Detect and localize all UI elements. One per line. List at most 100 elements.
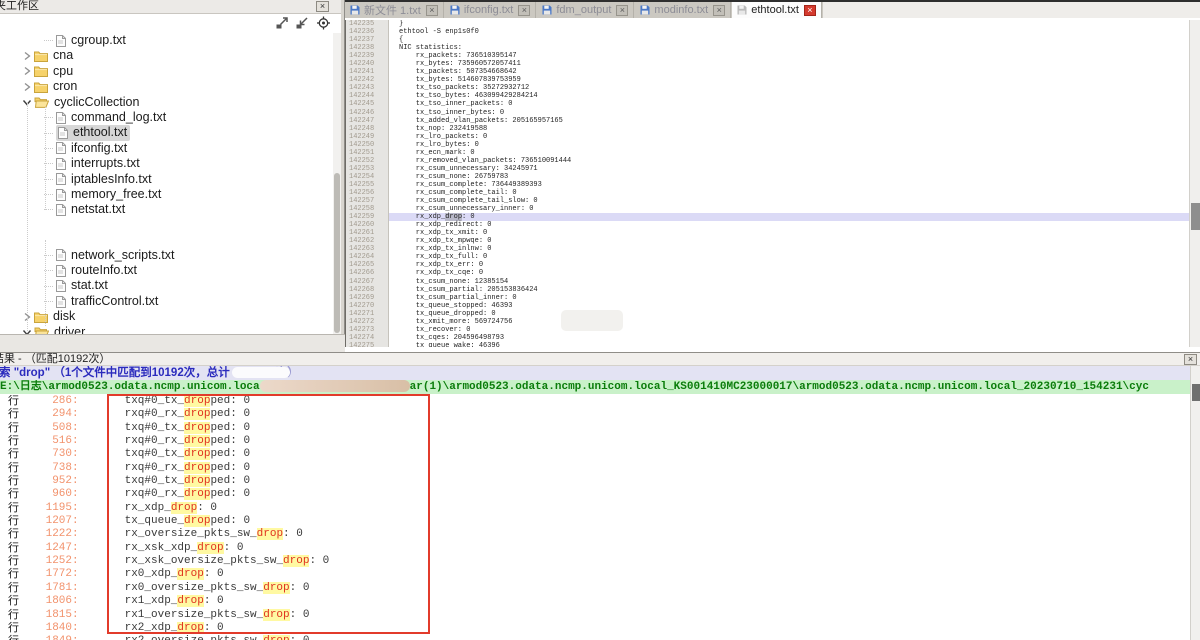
selected-tree-item[interactable]: ethtool.txt	[56, 125, 130, 140]
editor-line-142263[interactable]: 142263 rx_xdp_tx_inlnw: 0	[346, 245, 1200, 253]
expand-all-icon[interactable]	[275, 16, 290, 30]
result-row-line-516[interactable]: 行516:rxq#0_rx_dropped: 0	[0, 435, 1190, 448]
tree-folder-cycliccollection[interactable]: cyclicCollection	[0, 95, 341, 110]
editor-line-142239[interactable]: 142239 rx_packets: 736510395147	[346, 52, 1200, 60]
editor-line-142238[interactable]: 142238NIC statistics:	[346, 44, 1200, 52]
result-row-line-1840[interactable]: 行1840:rx2_xdp_drop: 0	[0, 622, 1190, 635]
editor-line-142273[interactable]: 142273 tx_recover: 0	[346, 326, 1200, 334]
editor-line-142241[interactable]: 142241 tx_packets: 507354668642	[346, 68, 1200, 76]
editor-line-142244[interactable]: 142244 tx_tso_bytes: 463099429284214	[346, 92, 1200, 100]
tab-ifconfig-txt[interactable]: ifconfig.txt×	[445, 2, 537, 18]
tree-file-ifconfig-txt[interactable]: ifconfig.txt	[0, 141, 341, 156]
editor-line-142269[interactable]: 142269 tx_csum_partial_inner: 0	[346, 294, 1200, 302]
editor-line-142267[interactable]: 142267 tx_csum_none: 12385154	[346, 278, 1200, 286]
result-row-line-952[interactable]: 行952:txq#0_tx_dropped: 0	[0, 475, 1190, 488]
result-row-line-1806[interactable]: 行1806:rx1_xdp_drop: 0	[0, 595, 1190, 608]
result-row-line-1772[interactable]: 行1772:rx0_xdp_drop: 0	[0, 568, 1190, 581]
result-row-line-1207[interactable]: 行1207:tx_queue_dropped: 0	[0, 515, 1190, 528]
editor-line-142260[interactable]: 142260 rx_xdp_redirect: 0	[346, 221, 1200, 229]
editor-line-142265[interactable]: 142265 rx_xdp_tx_err: 0	[346, 261, 1200, 269]
editor-line-142256[interactable]: 142256 rx_csum_complete_tail: 0	[346, 189, 1200, 197]
editor-line-142246[interactable]: 142246 tx_tso_inner_bytes: 0	[346, 109, 1200, 117]
results-scrollbar-thumb[interactable]	[1192, 384, 1200, 401]
editor-line-142253[interactable]: 142253 rx_csum_unnecessary: 34245971	[346, 165, 1200, 173]
editor-line-142272[interactable]: 142272 tx_xmit_more: 569724756	[346, 318, 1200, 326]
result-row-line-508[interactable]: 行508:txq#0_tx_dropped: 0	[0, 422, 1190, 435]
editor-line-142270[interactable]: 142270 tx_queue_stopped: 46393	[346, 302, 1200, 310]
editor-line-142254[interactable]: 142254 rx_csum_none: 26759783	[346, 173, 1200, 181]
result-row-line-960[interactable]: 行960:rxq#0_rx_dropped: 0	[0, 488, 1190, 501]
result-row-line-738[interactable]: 行738:rxq#0_rx_dropped: 0	[0, 462, 1190, 475]
editor-line-142247[interactable]: 142247 tx_added_vlan_packets: 2051659571…	[346, 117, 1200, 125]
result-row-line-1815[interactable]: 行1815:rx1_oversize_pkts_sw_drop: 0	[0, 609, 1190, 622]
editor-line-142251[interactable]: 142251 rx_ecn_mark: 0	[346, 149, 1200, 157]
editor-line-142237[interactable]: 142237{	[346, 36, 1200, 44]
results-close-icon[interactable]: ×	[1184, 354, 1197, 365]
collapse-all-icon[interactable]	[295, 16, 310, 30]
tab-close-icon[interactable]: ×	[518, 5, 530, 16]
editor-scrollbar[interactable]	[1189, 20, 1200, 347]
editor-line-142261[interactable]: 142261 rx_xdp_tx_xmit: 0	[346, 229, 1200, 237]
tab-fdm-output[interactable]: fdm_output×	[537, 2, 634, 18]
result-row-line-1781[interactable]: 行1781:rx0_oversize_pkts_sw_drop: 0	[0, 582, 1190, 595]
result-file-path[interactable]: E:\日志\armod0523.odata.ncmp.unicom.locaar…	[0, 380, 1200, 394]
tree-file-iptablesinfo-txt[interactable]: iptablesInfo.txt	[0, 172, 341, 187]
result-row-line-1849[interactable]: 行1849:rx2_oversize_pkts_sw_drop: 0	[0, 635, 1190, 640]
editor-line-142245[interactable]: 142245 tx_tso_inner_packets: 0	[346, 100, 1200, 108]
tab-close-icon[interactable]: ×	[713, 5, 725, 16]
editor-line-142266[interactable]: 142266 rx_xdp_tx_cqe: 0	[346, 269, 1200, 277]
results-scrollbar[interactable]	[1190, 366, 1200, 640]
tree-folder-cpu[interactable]: cpu	[0, 64, 341, 79]
result-row-line-1222[interactable]: 行1222:rx_oversize_pkts_sw_drop: 0	[0, 528, 1190, 541]
editor-line-142268[interactable]: 142268 tx_csum_partial: 205153836424	[346, 286, 1200, 294]
chevron-right-icon[interactable]	[20, 51, 34, 61]
tree-folder-cron[interactable]: cron	[0, 79, 341, 94]
tab-ethtool-txt[interactable]: ethtool.txt×	[732, 2, 822, 18]
result-row-line-1247[interactable]: 行1247:rx_xsk_xdp_drop: 0	[0, 542, 1190, 555]
tree-file-command-log-txt[interactable]: command_log.txt	[0, 110, 341, 125]
editor-line-142262[interactable]: 142262 rx_xdp_tx_mpwqe: 0	[346, 237, 1200, 245]
editor-line-142252[interactable]: 142252 rx_removed_vlan_packets: 73651009…	[346, 157, 1200, 165]
tree-folder-driver[interactable]: driver	[0, 325, 341, 334]
tree-file-trafficcontrol-txt[interactable]: trafficControl.txt	[0, 294, 341, 309]
result-row-line-286[interactable]: 行286:txq#0_tx_dropped: 0	[0, 395, 1190, 408]
chevron-right-icon[interactable]	[20, 66, 34, 76]
editor-line-142242[interactable]: 142242 tx_bytes: 514607839753959	[346, 76, 1200, 84]
editor-line-142274[interactable]: 142274 tx_cqes: 204596498793	[346, 334, 1200, 342]
editor-line-142240[interactable]: 142240 rx_bytes: 735960572057411	[346, 60, 1200, 68]
editor-line-142250[interactable]: 142250 rx_lro_bytes: 0	[346, 141, 1200, 149]
tree-folder-disk[interactable]: disk	[0, 309, 341, 324]
tree-file-cgroup-txt[interactable]: cgroup.txt	[0, 33, 341, 48]
tree-scrollbar[interactable]	[333, 33, 341, 334]
editor[interactable]: 142235}142236ethtool -S enp1s0f0142237{1…	[345, 20, 1200, 347]
result-row-line-1195[interactable]: 行1195:rx_xdp_drop: 0	[0, 502, 1190, 515]
editor-line-142243[interactable]: 142243 tx_tso_packets: 35272932712	[346, 84, 1200, 92]
tab-close-icon[interactable]: ×	[616, 5, 628, 16]
workspace-close-icon[interactable]: ×	[316, 1, 329, 12]
tree-file-memory-free-txt[interactable]: memory_free.txt	[0, 187, 341, 202]
locate-target-icon[interactable]	[316, 16, 331, 30]
tab-modinfo-txt[interactable]: modinfo.txt×	[635, 2, 731, 18]
editor-line-142255[interactable]: 142255 rx_csum_complete: 736449389393	[346, 181, 1200, 189]
editor-line-142235[interactable]: 142235}	[346, 20, 1200, 28]
result-row-line-730[interactable]: 行730:txq#0_tx_dropped: 0	[0, 448, 1190, 461]
editor-line-142264[interactable]: 142264 rx_xdp_tx_full: 0	[346, 253, 1200, 261]
tree-file-routeinfo-txt[interactable]: routeInfo.txt	[0, 263, 341, 278]
editor-scrollbar-thumb[interactable]	[1191, 203, 1200, 230]
tab-close-icon[interactable]: ×	[426, 5, 438, 16]
editor-line-142271[interactable]: 142271 tx_queue_dropped: 0	[346, 310, 1200, 318]
result-row-line-294[interactable]: 行294:rxq#0_rx_dropped: 0	[0, 408, 1190, 421]
tab--1-txt[interactable]: 新文件 1.txt×	[345, 2, 444, 18]
tree-file-netstat-txt[interactable]: netstat.txt	[0, 202, 341, 217]
editor-line-142259[interactable]: 142259 rx_xdp_drop: 0	[346, 213, 1200, 221]
editor-line-142249[interactable]: 142249 rx_lro_packets: 0	[346, 133, 1200, 141]
tree-scrollbar-thumb[interactable]	[334, 173, 340, 333]
tree-folder-cna[interactable]: cna	[0, 48, 341, 63]
editor-line-142258[interactable]: 142258 rx_csum_unnecessary_inner: 0	[346, 205, 1200, 213]
editor-line-142236[interactable]: 142236ethtool -S enp1s0f0	[346, 28, 1200, 36]
tree-file-stat-txt[interactable]: stat.txt	[0, 278, 341, 293]
editor-line-142248[interactable]: 142248 tx_nop: 232419588	[346, 125, 1200, 133]
chevron-right-icon[interactable]	[20, 82, 34, 92]
editor-line-142257[interactable]: 142257 rx_csum_complete_tail_slow: 0	[346, 197, 1200, 205]
editor-line-142275[interactable]: 142275 tx_queue_wake: 46396	[346, 342, 1200, 347]
